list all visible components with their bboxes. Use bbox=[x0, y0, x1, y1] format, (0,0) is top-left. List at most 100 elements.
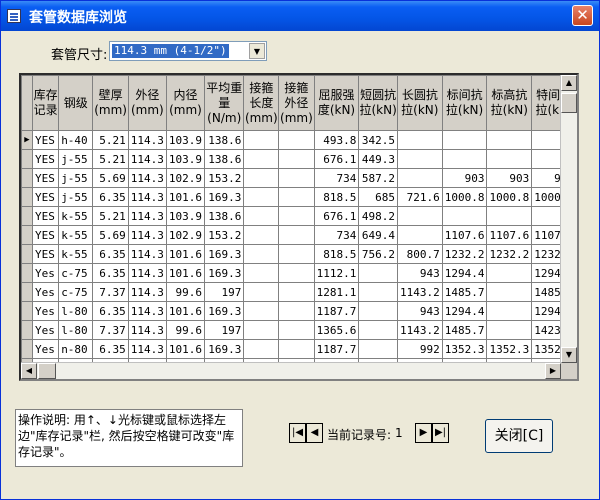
stock-record-cell[interactable]: Yes bbox=[31, 282, 60, 302]
table-cell: 5.21 bbox=[92, 149, 129, 169]
table-cell: 114.3 bbox=[127, 130, 167, 150]
table-row[interactable]: ▶ YES h-40 5.21 114.3 103.9 138.6 493.8 342.5 bbox=[21, 130, 577, 150]
table-cell bbox=[243, 130, 280, 150]
column-header[interactable]: 平均重量(N/m) bbox=[204, 75, 245, 131]
table-cell bbox=[486, 282, 533, 302]
stock-record-cell[interactable]: YES bbox=[31, 130, 60, 150]
vertical-scrollbar[interactable]: ▲ ▼ bbox=[560, 75, 577, 363]
table-cell bbox=[486, 130, 533, 150]
table-cell bbox=[278, 206, 315, 226]
stock-record-cell[interactable]: YES bbox=[31, 225, 60, 245]
current-row-indicator[interactable]: ▶ bbox=[21, 130, 33, 150]
stock-record-cell[interactable]: Yes bbox=[31, 320, 60, 340]
row-selector[interactable] bbox=[21, 225, 33, 245]
table-cell: 903 bbox=[441, 168, 488, 188]
next-record-button[interactable]: ▶ bbox=[415, 423, 432, 443]
row-selector[interactable] bbox=[21, 282, 33, 302]
stock-record-cell[interactable]: Yes bbox=[31, 301, 60, 321]
stock-record-cell[interactable]: YES bbox=[31, 168, 60, 188]
window-close-button[interactable]: ✕ bbox=[572, 5, 593, 26]
column-header[interactable]: 屈服强度(kN) bbox=[313, 75, 360, 131]
table-cell: 102.9 bbox=[165, 225, 206, 245]
row-selector[interactable] bbox=[21, 206, 33, 226]
table-cell: 138.6 bbox=[204, 206, 245, 226]
last-record-button[interactable]: ▶| bbox=[432, 423, 449, 443]
row-selector[interactable] bbox=[21, 244, 33, 264]
row-selector[interactable] bbox=[21, 301, 33, 321]
table-row[interactable]: Yes l-80 7.37 114.3 99.6 197 1365.6 1143.2 1485.… bbox=[21, 320, 577, 340]
table-cell bbox=[243, 225, 280, 245]
table-cell: 1485.7 bbox=[441, 282, 488, 302]
column-header[interactable]: 接箍长度(mm) bbox=[243, 75, 280, 131]
scroll-down-icon[interactable]: ▼ bbox=[561, 347, 577, 363]
stock-record-cell[interactable]: Yes bbox=[31, 263, 60, 283]
column-header[interactable]: 内径(mm) bbox=[165, 75, 206, 131]
table-row[interactable]: Yes c-75 6.35 114.3 101.6 169.3 1112.1 943 1294.… bbox=[21, 263, 577, 283]
table-row[interactable]: Yes n-80 6.35 114.3 101.6 169.3 1187.7 992 1352.… bbox=[21, 339, 577, 359]
table-row[interactable]: YES j-55 5.69 114.3 102.9 153.2 734 587.2 903 903… bbox=[21, 168, 577, 188]
table-row[interactable]: YES k-55 5.69 114.3 102.9 153.2 734 649.4 1107.6… bbox=[21, 225, 577, 245]
table-cell: 114.3 bbox=[127, 339, 167, 359]
stock-record-cell[interactable]: YES bbox=[31, 187, 60, 207]
table-cell: 169.3 bbox=[204, 263, 245, 283]
table-row[interactable]: Yes c-75 7.37 114.3 99.6 197 1281.1 1143.2 1485.… bbox=[21, 282, 577, 302]
table-cell: 1143.2 bbox=[396, 282, 443, 302]
column-header[interactable]: 外径(mm) bbox=[127, 75, 167, 131]
column-header[interactable]: 库存记录 bbox=[31, 75, 60, 131]
column-header[interactable]: 壁厚(mm) bbox=[92, 75, 129, 131]
column-header[interactable]: 标间抗拉(kN) bbox=[441, 75, 488, 131]
table-cell: 6.35 bbox=[92, 263, 129, 283]
table-cell: c-75 bbox=[58, 263, 94, 283]
table-row[interactable]: Yes l-80 6.35 114.3 101.6 169.3 1187.7 943 1294.… bbox=[21, 301, 577, 321]
casing-size-label: 套管尺寸: bbox=[51, 48, 108, 63]
close-button[interactable]: 关闭[C] bbox=[485, 419, 553, 453]
horizontal-scroll-thumb[interactable] bbox=[38, 363, 56, 379]
table-cell: 5.21 bbox=[92, 206, 129, 226]
table-cell: 153.2 bbox=[204, 168, 245, 188]
stock-record-cell[interactable]: YES bbox=[31, 244, 60, 264]
casing-size-select[interactable]: 114.3 mm (4-1/2") ▼ bbox=[109, 41, 267, 61]
stock-record-cell[interactable]: Yes bbox=[31, 339, 60, 359]
table-cell: 1000.8 bbox=[486, 187, 533, 207]
row-selector[interactable] bbox=[21, 263, 33, 283]
first-record-button[interactable]: |◀ bbox=[289, 423, 306, 443]
table-row[interactable]: YES j-55 6.35 114.3 101.6 169.3 818.5 685 721.6 1… bbox=[21, 187, 577, 207]
casing-data-grid[interactable]: 库存记录 钢级 壁厚(mm) 外径(mm) 内径(mm) 平均重量(N/m) 接箍长度(mm… bbox=[19, 73, 579, 381]
vertical-scroll-thumb[interactable] bbox=[561, 93, 577, 113]
table-row[interactable]: YES k-55 5.21 114.3 103.9 138.6 676.1 498.2 bbox=[21, 206, 577, 226]
table-row[interactable]: YES j-55 5.21 114.3 103.9 138.6 676.1 449.3 bbox=[21, 149, 577, 169]
stock-record-cell[interactable]: YES bbox=[31, 149, 60, 169]
scroll-right-icon[interactable]: ▶ bbox=[545, 363, 561, 379]
prev-record-button[interactable]: ◀ bbox=[306, 423, 323, 443]
table-row[interactable]: YES k-55 6.35 114.3 101.6 169.3 818.5 756.2 800.… bbox=[21, 244, 577, 264]
table-cell bbox=[243, 263, 280, 283]
row-selector[interactable] bbox=[21, 320, 33, 340]
table-cell: 5.21 bbox=[92, 130, 129, 150]
column-header[interactable]: 短圆抗拉(kN) bbox=[358, 75, 398, 131]
chevron-down-icon[interactable]: ▼ bbox=[249, 43, 265, 59]
column-header[interactable]: 标高抗拉(kN) bbox=[486, 75, 533, 131]
column-header[interactable]: 接箍外径(mm) bbox=[278, 75, 315, 131]
scroll-left-icon[interactable]: ◀ bbox=[21, 363, 37, 379]
table-cell: 943 bbox=[396, 263, 443, 283]
row-selector[interactable] bbox=[21, 339, 33, 359]
table-cell: 992 bbox=[396, 339, 443, 359]
horizontal-scrollbar[interactable]: ◀ ▶ bbox=[21, 362, 561, 379]
title-bar: 套管数据库浏览 ✕ bbox=[1, 1, 599, 31]
row-selector[interactable] bbox=[21, 187, 33, 207]
table-cell: 103.9 bbox=[165, 130, 206, 150]
table-cell: 169.3 bbox=[204, 187, 245, 207]
row-selector[interactable] bbox=[21, 168, 33, 188]
column-header[interactable]: 长圆抗拉(kN) bbox=[396, 75, 443, 131]
table-cell: 1107.6 bbox=[441, 225, 488, 245]
table-cell: 114.3 bbox=[127, 149, 167, 169]
scrollbar-corner bbox=[561, 363, 577, 379]
scroll-up-icon[interactable]: ▲ bbox=[561, 75, 577, 91]
table-cell bbox=[278, 263, 315, 283]
table-cell: 6.35 bbox=[92, 244, 129, 264]
table-cell: 101.6 bbox=[165, 339, 206, 359]
table-cell: k-55 bbox=[58, 244, 94, 264]
column-header[interactable]: 钢级 bbox=[58, 75, 94, 131]
stock-record-cell[interactable]: YES bbox=[31, 206, 60, 226]
row-selector[interactable] bbox=[21, 149, 33, 169]
